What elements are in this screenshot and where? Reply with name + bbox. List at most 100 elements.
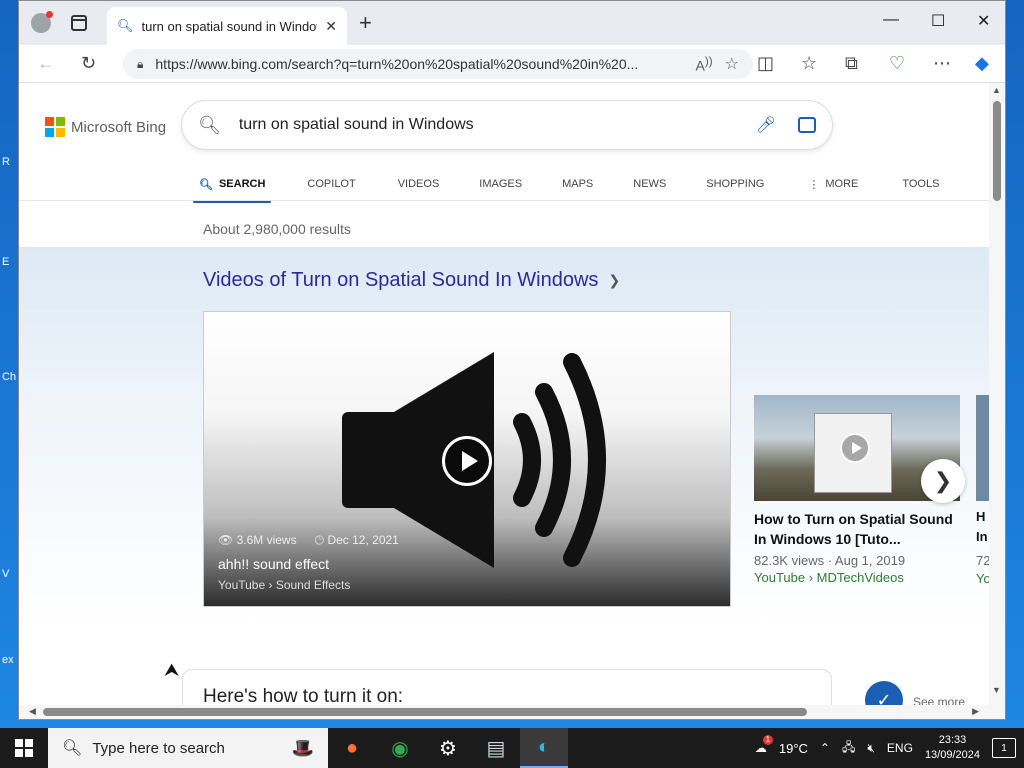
video-meta: 82.3K views · Aug 1, 2019 <box>754 553 906 568</box>
notepad-icon[interactable]: ▤ <box>472 728 520 768</box>
video-source: YouTube › Sound Effects <box>218 578 351 592</box>
tab-news[interactable]: NEWS <box>633 169 666 199</box>
address-bar[interactable]: 🔒︎ https://www.bing.com/search?q=turn%20… <box>123 49 753 79</box>
tab-search[interactable]: 🔍︎ SEARCH <box>192 169 272 203</box>
check-icon[interactable]: ✓ <box>865 681 903 707</box>
howto-heading: Here's how to turn it on: <box>203 686 404 707</box>
microsoft-logo-icon <box>45 117 65 137</box>
scroll-thumb[interactable] <box>993 101 1001 201</box>
clock[interactable]: 23:33 13/09/2024 <box>925 733 980 763</box>
copilot-icon[interactable]: ◆ <box>975 53 989 73</box>
collections-icon[interactable]: ⧉ <box>845 53 858 73</box>
browser-essentials-icon[interactable]: ♡ <box>889 53 905 73</box>
favorite-star-icon[interactable]: ☆ <box>725 54 739 74</box>
language-indicator[interactable]: ENG <box>887 741 913 755</box>
partial-video-title[interactable]: In <box>976 529 988 544</box>
system-tray: ☁ 1 19°C ⌃ 🖧︎ 🔇︎ ENG 23:33 13/09/2024 1 <box>755 728 1024 768</box>
partial-video-title[interactable]: H <box>976 509 985 524</box>
start-button[interactable] <box>0 728 48 768</box>
bing-logo[interactable]: Microsoft Bing <box>45 117 166 137</box>
carousel-next-icon[interactable]: ❯ <box>921 459 965 503</box>
lock-icon[interactable]: 🔒︎ <box>137 57 143 72</box>
videos-heading-link[interactable]: Videos of Turn on Spatial Sound In Windo… <box>203 269 620 292</box>
play-icon[interactable] <box>840 433 870 463</box>
settings-icon[interactable]: ⚙ <box>424 728 472 768</box>
page-content: Microsoft Bing 🔍︎ turn on spatial sound … <box>19 83 989 707</box>
search-icon[interactable]: 🔍︎ <box>198 115 221 136</box>
notification-icon[interactable]: 1 <box>992 738 1016 758</box>
chevron-right-icon[interactable]: ❯ <box>608 272 620 289</box>
weather-temp[interactable]: 19°C <box>779 741 808 756</box>
video-title[interactable]: How to Turn on Spatial Sound In Windows … <box>754 509 960 549</box>
mouse-cursor-icon: ⮝ <box>164 660 180 680</box>
active-tab[interactable]: 🔍︎ turn on spatial sound in Windows ✕ <box>107 7 347 45</box>
maximize-icon[interactable]: ☐ <box>931 11 945 31</box>
more-menu-icon[interactable]: ⋯ <box>933 53 951 73</box>
play-icon[interactable] <box>442 436 492 486</box>
main-video-card[interactable]: 👁︎ 3.6M views 🕑︎ Dec 12, 2021 ahh!! soun… <box>203 311 731 607</box>
edge-icon[interactable]: ◐ <box>520 728 568 768</box>
browser-window: 🔍︎ turn on spatial sound in Windows ✕ + … <box>18 0 1006 720</box>
views-count: 👁︎ 3.6M views <box>218 533 297 547</box>
tab-copilot[interactable]: COPILOT <box>307 169 355 199</box>
tab-more[interactable]: ⋮ MORE <box>808 169 858 199</box>
chevron-up-icon[interactable]: ⌃ <box>820 741 830 755</box>
network-icon[interactable]: 🖧︎ <box>842 738 855 759</box>
tab-tools[interactable]: TOOLS <box>902 169 939 199</box>
read-aloud-icon[interactable]: A)) <box>696 55 713 74</box>
search-icon: 🔍︎ <box>62 740 83 757</box>
partial-video-source: Yo <box>976 571 989 586</box>
close-window-icon[interactable]: ✕ <box>977 11 990 31</box>
desktop-icon-label[interactable]: V <box>2 568 9 580</box>
url-text[interactable]: https://www.bing.com/search?q=turn%20on%… <box>155 56 683 72</box>
search-highlight-icon[interactable]: 🎩 <box>292 738 314 759</box>
tab-shopping[interactable]: SHOPPING <box>706 169 764 199</box>
search-box[interactable]: 🔍︎ turn on spatial sound in Windows 🎤︎ <box>182 101 832 149</box>
minimize-icon[interactable]: — <box>883 11 899 29</box>
scroll-left-icon[interactable]: ◀ <box>29 706 36 717</box>
desktop-icon-label[interactable]: ex <box>2 654 14 666</box>
tab-images[interactable]: IMAGES <box>479 169 522 199</box>
vertical-scrollbar[interactable]: ▲ ▼ <box>989 83 1005 707</box>
tab-actions-icon[interactable] <box>71 15 87 31</box>
taskbar: 🔍︎ Type here to search 🎩 ● ◉ ⚙ ▤ ◐ ☁ 1 19… <box>0 728 1024 768</box>
search-input[interactable]: turn on spatial sound in Windows <box>239 116 756 134</box>
new-tab-icon[interactable]: + <box>359 12 372 34</box>
video-meta: 👁︎ 3.6M views 🕑︎ Dec 12, 2021 <box>218 533 399 548</box>
favorites-icon[interactable]: ☆ <box>801 53 817 73</box>
desktop-icon-label[interactable]: E <box>2 256 9 268</box>
tab-maps[interactable]: MAPS <box>562 169 593 199</box>
video-source: YouTube › MDTechVideos <box>754 570 904 585</box>
desktop-icon-label[interactable]: Ch <box>2 371 16 383</box>
videos-heading[interactable]: Videos of Turn on Spatial Sound In Windo… <box>203 269 598 292</box>
desktop-icon-label[interactable]: R <box>2 156 10 168</box>
partial-video-thumbnail[interactable] <box>976 395 989 501</box>
scroll-up-icon[interactable]: ▲ <box>992 85 1001 95</box>
scroll-down-icon[interactable]: ▼ <box>992 685 1001 695</box>
browser-toolbar: ← ↻ 🔒︎ https://www.bing.com/search?q=tur… <box>19 45 1005 83</box>
tab-label: MORE <box>825 178 859 190</box>
notification-count: 1 <box>1001 742 1007 754</box>
search-icon: 🔍︎ <box>199 178 213 191</box>
volume-muted-icon[interactable]: 🔇︎ <box>867 741 875 756</box>
tab-close-icon[interactable]: ✕ <box>325 18 337 35</box>
microphone-icon[interactable]: 🎤︎ <box>756 115 776 135</box>
tab-title: turn on spatial sound in Windows <box>141 18 318 34</box>
split-screen-icon[interactable]: ◫ <box>757 53 774 73</box>
profile-status-dot <box>46 11 53 18</box>
weather-icon[interactable]: ☁ 1 <box>755 735 773 755</box>
visual-search-icon[interactable] <box>798 117 816 133</box>
eye-icon: 👁︎ <box>218 533 234 547</box>
back-icon[interactable]: ← <box>37 53 55 73</box>
video-title[interactable]: ahh!! sound effect <box>218 556 329 572</box>
refresh-icon[interactable]: ↻ <box>81 53 96 73</box>
scroll-thumb[interactable] <box>43 708 807 716</box>
horizontal-scrollbar[interactable]: ◀ ▶ <box>19 705 1005 719</box>
taskbar-search[interactable]: 🔍︎ Type here to search 🎩 <box>48 728 328 768</box>
firefox-icon[interactable]: ● <box>328 728 376 768</box>
taskbar-search-placeholder[interactable]: Type here to search <box>92 740 281 757</box>
tab-videos[interactable]: VIDEOS <box>398 169 440 199</box>
chrome-icon[interactable]: ◉ <box>376 728 424 768</box>
howto-card: Here's how to turn it on: <box>182 669 832 707</box>
scroll-right-icon[interactable]: ▶ <box>972 706 979 717</box>
